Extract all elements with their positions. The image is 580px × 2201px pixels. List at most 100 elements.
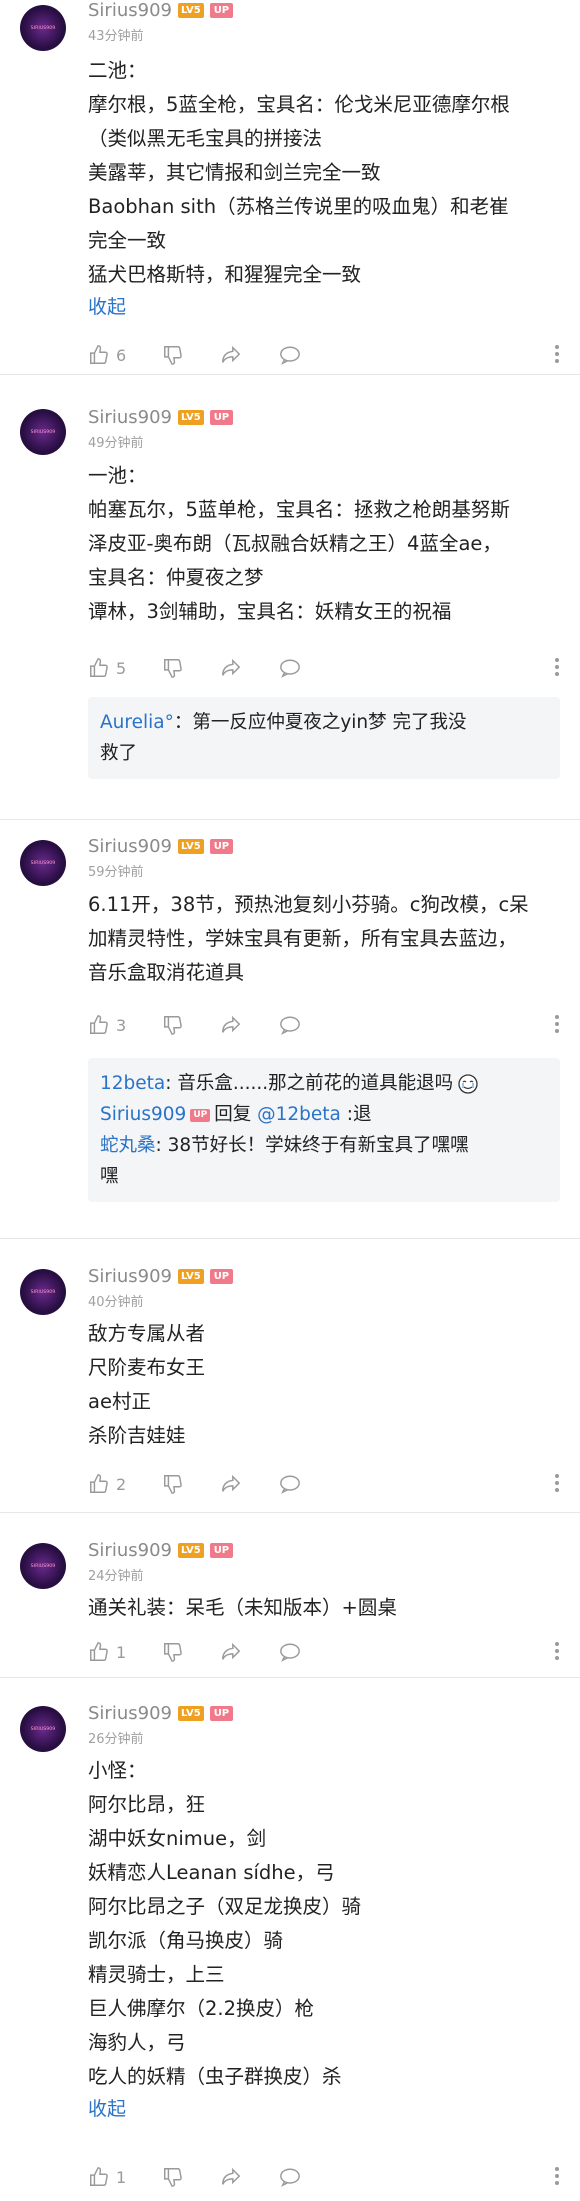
share-button[interactable] xyxy=(220,1014,242,1036)
comment-card: SIRIUS909 Sirius909 LV5 UP 49分钟前 一池： 帕塞瓦尔，… xyxy=(0,375,580,820)
comment-body: 6.11开，38节，预热池复刻小芬骑。c狗改模，c呆 加精灵特性，学妹宝具有更新… xyxy=(88,888,560,990)
comment-body: 二池： 摩尔根，5蓝全枪，宝具名：伦戈米尼亚德摩尔根 （类似黑无毛宝具的拼接法 … xyxy=(88,54,560,322)
share-button[interactable] xyxy=(220,1641,242,1663)
like-count: 5 xyxy=(116,658,127,678)
comment-card: SIRIUS909 Sirius909 LV5 UP 43分钟前 二池： 摩尔根，5… xyxy=(0,0,580,375)
reply-button[interactable] xyxy=(278,1473,302,1495)
more-vertical-icon xyxy=(555,1015,559,1033)
reply-text: ：第一反应仲夏夜之yin梦 完了我没 xyxy=(173,712,467,733)
reply-line: Sirius909 UP 回复 @12beta :退 xyxy=(100,1099,548,1130)
comment-header: Sirius909 LV5 UP 59分钟前 xyxy=(88,836,234,880)
share-button[interactable] xyxy=(220,2166,242,2188)
more-options-button[interactable] xyxy=(554,1013,560,1039)
avatar[interactable]: SIRIUS909 xyxy=(20,1543,66,1589)
reply-username[interactable]: 蛇丸桑 xyxy=(100,1135,156,1156)
like-button[interactable]: 1 xyxy=(88,2166,126,2188)
reply-username[interactable]: Sirius909 xyxy=(100,1104,186,1125)
more-options-button[interactable] xyxy=(554,656,560,682)
more-options-button[interactable] xyxy=(554,343,560,369)
reply-text: 回复 xyxy=(214,1104,258,1125)
more-options-button[interactable] xyxy=(554,1640,560,1666)
level-badge: LV5 xyxy=(177,3,204,18)
comment-line: 音乐盒取消花道具 xyxy=(88,961,245,984)
like-button[interactable]: 1 xyxy=(88,1641,126,1663)
avatar[interactable]: SIRIUS909 xyxy=(20,1269,66,1315)
share-button[interactable] xyxy=(220,344,242,366)
thumbs-down-icon xyxy=(164,659,183,678)
username[interactable]: Sirius909 xyxy=(88,1540,172,1561)
comment-bubble-icon xyxy=(280,2168,301,2187)
like-button[interactable]: 2 xyxy=(88,1473,126,1495)
up-badge: UP xyxy=(190,1108,211,1122)
reply-line: 12beta: 音乐盒......那之前花的道具能退吗 xyxy=(100,1068,548,1099)
avatar[interactable]: SIRIUS909 xyxy=(20,409,66,455)
like-button[interactable]: 6 xyxy=(88,344,126,366)
mention-link[interactable]: @12beta xyxy=(257,1104,341,1125)
like-button[interactable]: 5 xyxy=(88,657,126,679)
comment-line: 加精灵特性，学妹宝具有更新，所有宝具去蓝边， xyxy=(88,927,518,950)
action-bar: 2 xyxy=(88,1469,560,1499)
avatar[interactable]: SIRIUS909 xyxy=(20,1706,66,1752)
dislike-button[interactable] xyxy=(162,1014,184,1036)
up-badge: UP xyxy=(209,1269,234,1284)
username[interactable]: Sirius909 xyxy=(88,1703,172,1724)
share-button[interactable] xyxy=(220,657,242,679)
avatar[interactable]: SIRIUS909 xyxy=(20,5,66,51)
action-bar: 3 xyxy=(88,1010,560,1040)
dislike-button[interactable] xyxy=(162,1641,184,1663)
up-badge: UP xyxy=(209,1706,234,1721)
comment-header: Sirius909 LV5 UP 24分钟前 xyxy=(88,1540,234,1584)
crying-face-icon xyxy=(458,1074,478,1094)
up-badge: UP xyxy=(209,839,234,854)
comment-line: 完全一致 xyxy=(88,229,167,252)
more-options-button[interactable] xyxy=(554,1472,560,1498)
timestamp: 43分钟前 xyxy=(88,29,144,44)
comment-body: 小怪： 阿尔比昂，狂 湖中妖女nimue，剑 妖精恋人Leanan sídhe，… xyxy=(88,1754,560,2124)
share-icon xyxy=(222,345,241,363)
reply-button[interactable] xyxy=(278,344,302,366)
reply-button[interactable] xyxy=(278,1014,302,1036)
comment-card: SIRIUS909 Sirius909 LV5 UP 26分钟前 小怪： 阿尔比昂，… xyxy=(0,1678,580,2201)
share-button[interactable] xyxy=(220,1473,242,1495)
comment-body: 通关礼装：呆毛（未知版本）+圆桌 xyxy=(88,1591,560,1625)
collapse-link[interactable]: 收起 xyxy=(88,292,560,322)
reply-line: 嘿 xyxy=(100,1161,548,1192)
comment-line: 凯尔派（角马换皮）骑 xyxy=(88,1929,284,1952)
comment-body: 敌方专属从者 尺阶麦布女王 ae村正 杀阶吉娃娃 xyxy=(88,1317,560,1453)
username[interactable]: Sirius909 xyxy=(88,1266,172,1287)
reply-username[interactable]: 12beta xyxy=(100,1073,165,1094)
like-button[interactable]: 3 xyxy=(88,1014,126,1036)
reply-button[interactable] xyxy=(278,2166,302,2188)
comment-line: 妖精恋人Leanan sídhe，弓 xyxy=(88,1861,335,1884)
timestamp: 40分钟前 xyxy=(88,1295,144,1310)
thumbs-down-icon xyxy=(164,1016,183,1035)
reply-button[interactable] xyxy=(278,657,302,679)
collapse-link[interactable]: 收起 xyxy=(88,2094,560,2124)
username[interactable]: Sirius909 xyxy=(88,407,172,428)
dislike-button[interactable] xyxy=(162,1473,184,1495)
share-icon xyxy=(222,1474,241,1492)
reply-button[interactable] xyxy=(278,1641,302,1663)
like-count: 1 xyxy=(116,2167,127,2187)
share-icon xyxy=(222,2167,241,2185)
username[interactable]: Sirius909 xyxy=(88,836,172,857)
reply-box: 12beta: 音乐盒......那之前花的道具能退吗 Sirius909 UP 回… xyxy=(88,1058,560,1202)
dislike-button[interactable] xyxy=(162,657,184,679)
more-options-button[interactable] xyxy=(554,2165,560,2191)
level-badge: LV5 xyxy=(177,1543,204,1558)
dislike-button[interactable] xyxy=(162,2166,184,2188)
dislike-button[interactable] xyxy=(162,344,184,366)
comment-line: 小怪： xyxy=(88,1759,147,1782)
thumbs-up-icon xyxy=(90,1642,108,1661)
timestamp: 59分钟前 xyxy=(88,865,144,880)
like-count: 3 xyxy=(116,1015,127,1035)
share-icon xyxy=(222,1015,241,1033)
comment-line: 敌方专属从者 xyxy=(88,1322,206,1345)
like-count: 1 xyxy=(116,1642,127,1662)
username[interactable]: Sirius909 xyxy=(88,0,172,21)
reply-username[interactable]: Aurelia° xyxy=(100,712,174,733)
comment-header: Sirius909 LV5 UP 49分钟前 xyxy=(88,407,234,451)
comment-line: 海豹人，弓 xyxy=(88,2031,186,2054)
avatar[interactable]: SIRIUS909 xyxy=(20,840,66,886)
comment-line: 尺阶麦布女王 xyxy=(88,1356,206,1379)
